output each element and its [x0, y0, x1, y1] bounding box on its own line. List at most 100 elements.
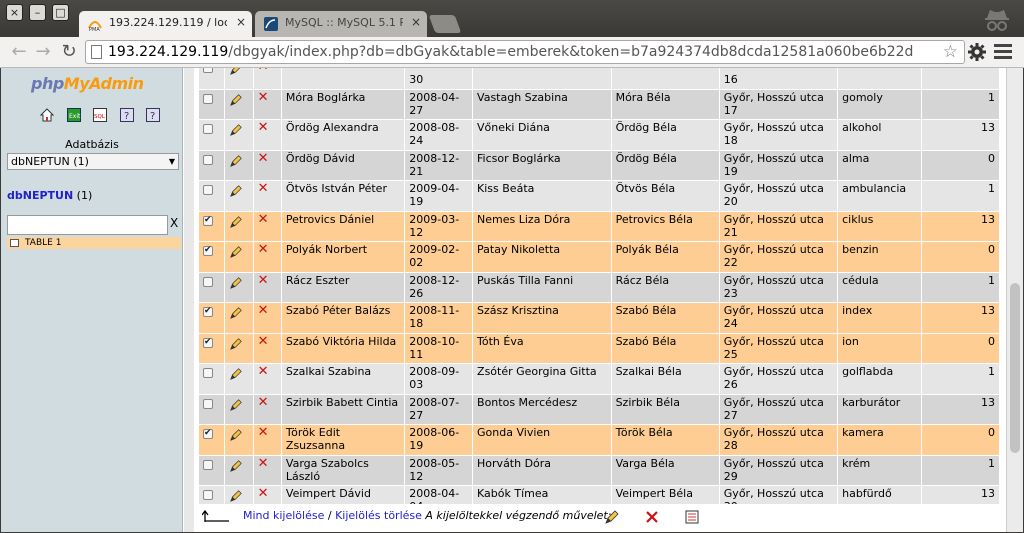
tab-phpmyadmin[interactable]: PMA 193.224.129.119 / localhost ×: [79, 11, 252, 37]
table-filter-input[interactable]: [7, 215, 168, 235]
window-maximize-button[interactable]: □: [52, 4, 69, 21]
delete-x-icon[interactable]: ✕: [258, 120, 269, 135]
row-checkbox[interactable]: [203, 276, 213, 287]
database-link[interactable]: dbNEPTUN: [7, 189, 73, 202]
deselect-all-link[interactable]: Kijelölés törlése: [335, 509, 422, 522]
edit-selected-pencil-icon[interactable]: [604, 509, 620, 525]
edit-pencil-icon[interactable]: [229, 367, 243, 384]
row-checkbox[interactable]: [203, 368, 213, 378]
delete-x-icon[interactable]: ✕: [258, 151, 269, 166]
delete-x-icon[interactable]: ✕: [258, 212, 269, 227]
delete-selected-icon[interactable]: [644, 509, 660, 525]
back-arrow-icon[interactable]: ←: [8, 41, 30, 63]
new-tab-button[interactable]: [428, 15, 462, 33]
cell-address: Győr, Hosszú utca 17: [718, 88, 839, 120]
table-row[interactable]: ✕ 30 16: [197, 68, 1000, 90]
gear-icon[interactable]: [966, 41, 988, 63]
table-row[interactable]: ✕ Szirbik Babett Cintia 2008-07- 27 Bontos M…: [197, 393, 1000, 425]
delete-x-icon[interactable]: ✕: [258, 425, 269, 440]
home-icon[interactable]: [39, 108, 55, 122]
row-checkbox[interactable]: [203, 427, 213, 440]
tab-close-icon[interactable]: ×: [411, 15, 421, 29]
row-checkbox[interactable]: [203, 93, 213, 104]
row-checkbox[interactable]: [203, 68, 213, 73]
row-checkbox[interactable]: [203, 244, 213, 257]
title-bar: × – □ PMA 193.224.129.119 / localhost × …: [0, 0, 1024, 37]
table-row[interactable]: ✕Szabó Viktória Hilda2008-10-11Tóth ÉvaS…: [197, 332, 1000, 364]
edit-pencil-icon[interactable]: [229, 428, 243, 445]
vertical-scrollbar[interactable]: [1006, 68, 1023, 532]
edit-pencil-icon[interactable]: [229, 276, 243, 293]
sql-icon[interactable]: SQL: [93, 108, 107, 122]
edit-pencil-icon[interactable]: [229, 306, 243, 323]
menu-icon[interactable]: [994, 44, 1012, 60]
delete-x-icon[interactable]: ✕: [258, 334, 269, 349]
export-selected-icon[interactable]: [684, 509, 700, 525]
reload-icon[interactable]: ↻: [58, 41, 80, 63]
edit-pencil-icon[interactable]: [229, 123, 243, 140]
edit-pencil-icon[interactable]: [229, 93, 243, 110]
with-selected-label: A kijelöltekkel végzendő művelet:: [425, 509, 612, 522]
select-all-link[interactable]: Mind kijelölése: [243, 509, 324, 522]
row-checkbox[interactable]: [203, 336, 213, 349]
row-checkbox[interactable]: [203, 214, 213, 227]
edit-pencil-icon[interactable]: [229, 245, 243, 262]
delete-x-icon[interactable]: ✕: [258, 303, 269, 318]
edit-pencil-icon[interactable]: [229, 68, 243, 79]
docs-help-icon[interactable]: ?: [119, 108, 134, 122]
window-minimize-button[interactable]: –: [29, 4, 46, 21]
delete-x-icon[interactable]: ✕: [258, 242, 269, 257]
edit-pencil-icon[interactable]: [229, 215, 243, 232]
row-checkbox[interactable]: [203, 124, 213, 134]
row-checkbox[interactable]: [203, 305, 213, 318]
delete-x-icon[interactable]: ✕: [258, 486, 269, 501]
edit-pencil-icon[interactable]: [229, 184, 243, 201]
table-row[interactable]: ✕ Varga Szabolcs László 2008-05- 12 Horváth …: [197, 454, 1000, 486]
table-row[interactable]: ✕Petrovics Dániel2009-03-12Nemes Liza Dó…: [197, 210, 1000, 242]
scrollbar-thumb[interactable]: [1010, 283, 1020, 453]
edit-pencil-icon[interactable]: [229, 337, 243, 354]
row-checkbox[interactable]: [203, 459, 213, 470]
delete-x-icon[interactable]: ✕: [258, 456, 269, 471]
delete-x-icon[interactable]: ✕: [258, 90, 269, 105]
table-row[interactable]: ✕ Ördög Alexandra 2008-08- 24 Vőneki Diána Ör…: [197, 119, 1000, 151]
row-checkbox[interactable]: [203, 398, 213, 409]
tab-mysql-docs[interactable]: MySQL :: MySQL 5.1 Refe ×: [255, 11, 427, 37]
cell-birthdate-line1: 2008-12-: [409, 273, 460, 287]
table-row[interactable]: ✕Török Edit Zsuzsanna2008-06-19Gonda Viv…: [197, 424, 1000, 456]
phpmyadmin-logo[interactable]: phpMyAdmin: [31, 74, 144, 93]
row-checkbox[interactable]: [203, 185, 213, 195]
table-row[interactable]: ✕ Rácz Eszter 2008-12- 26 Puskás Tilla Fanni…: [197, 271, 1000, 303]
frame-splitter[interactable]: [184, 68, 194, 532]
bookmark-star-icon[interactable]: ☆: [943, 41, 958, 63]
delete-x-icon[interactable]: ✕: [258, 395, 269, 410]
filter-clear-button[interactable]: X: [170, 216, 178, 230]
edit-pencil-icon[interactable]: [229, 398, 243, 415]
table-row[interactable]: ✕ Ötvös István Péter 2009-04- 19 Kiss Beáta Ö…: [197, 180, 1000, 212]
table-row[interactable]: ✕Polyák Norbert2009-02-02Patay Nikoletta…: [197, 241, 1000, 273]
mysql-docs-icon[interactable]: ?: [146, 108, 160, 122]
forward-arrow-icon[interactable]: →: [32, 41, 54, 63]
table-row[interactable]: ✕ Szalkai Szabina 2008-09- 03 Zsótér Georgin…: [197, 363, 1000, 395]
delete-x-icon[interactable]: ✕: [258, 364, 269, 379]
database-select[interactable]: dbNEPTUN (1) ▼: [7, 153, 179, 170]
sidebar-table-item[interactable]: TABLE 1: [7, 237, 181, 249]
address-bar[interactable]: 193.224.129.119/dbgyak/index.php?db=dbGy…: [85, 40, 965, 64]
delete-x-icon[interactable]: ✕: [258, 181, 269, 196]
row-checkbox[interactable]: [203, 154, 213, 165]
table-row[interactable]: ✕ Ördög Dávid 2008-12- 21 Ficsor Boglárka Örd…: [197, 149, 1000, 181]
window-close-button[interactable]: ×: [6, 4, 23, 21]
cell-birthdate: 2008-08- 24: [404, 119, 474, 151]
tab-close-icon[interactable]: ×: [236, 15, 246, 29]
edit-pencil-icon[interactable]: [229, 459, 243, 476]
table-row[interactable]: ✕ Móra Boglárka 2008-04- 27 Vastagh Szabina M…: [197, 88, 1000, 120]
cell-word: ambulancia: [837, 180, 923, 212]
cell-address: Győr, Hosszú utca 18: [718, 119, 839, 151]
row-checkbox-cell: [197, 149, 226, 181]
table-row[interactable]: ✕Szabó Péter Balázs2008-11-18Szász Krisz…: [197, 302, 1000, 334]
delete-x-icon[interactable]: ✕: [258, 68, 269, 74]
delete-x-icon[interactable]: ✕: [258, 273, 269, 288]
edit-pencil-icon[interactable]: [229, 154, 243, 171]
row-checkbox[interactable]: [203, 490, 213, 500]
exit-icon[interactable]: Exit: [66, 108, 81, 122]
